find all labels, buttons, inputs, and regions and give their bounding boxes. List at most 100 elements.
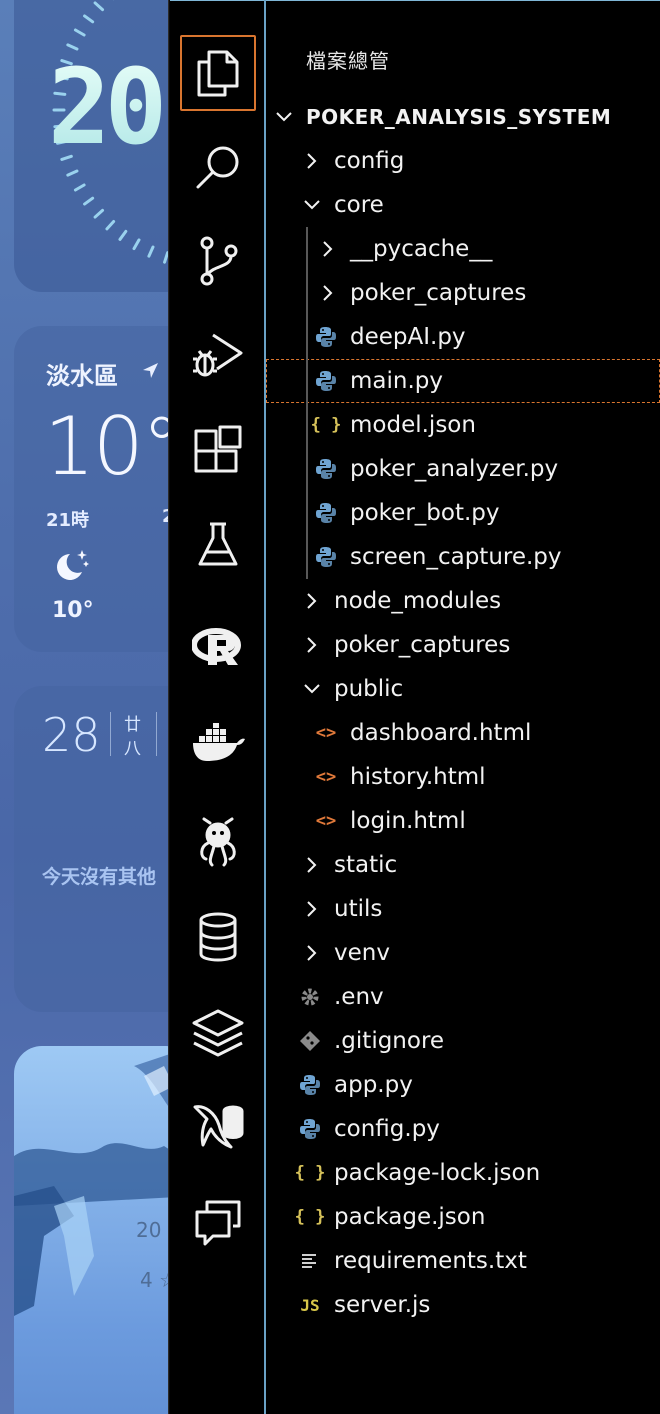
tree-folder[interactable]: __pycache__	[266, 227, 660, 271]
mysql-icon[interactable]	[180, 1087, 256, 1163]
chevron-down-icon	[302, 195, 322, 215]
photo-widget[interactable]: 20 4 ☆	[14, 1046, 168, 1414]
clock-widget[interactable]: 20	[14, 0, 168, 292]
clock-tick	[132, 238, 141, 251]
tree-item-label: app.py	[334, 1072, 413, 1098]
weather-city: 淡水區	[46, 362, 118, 390]
tree-folder[interactable]: utils	[266, 887, 660, 931]
chevron-right-icon	[302, 635, 322, 655]
explorer-icon[interactable]	[180, 35, 256, 111]
weather-temperature: 10°	[44, 400, 168, 493]
file-tree: POKER_ANALYSIS_SYSTEM config core __pycach…	[266, 95, 660, 1327]
tree-folder[interactable]: venv	[266, 931, 660, 975]
source-control-icon[interactable]	[180, 223, 256, 299]
tree-file[interactable]: <> dashboard.html	[266, 711, 660, 755]
clock-tick	[66, 169, 79, 177]
calendar-note: 今天沒有其他	[42, 866, 157, 888]
tree-file[interactable]: main.py	[266, 359, 660, 403]
tree-item-label: config.py	[334, 1116, 440, 1142]
tree-file[interactable]: { } package.json	[266, 1195, 660, 1239]
tree-folder[interactable]: poker_captures	[266, 271, 660, 315]
text-file-icon	[298, 1249, 322, 1273]
tree-item-label: main.py	[350, 368, 443, 394]
tree-item-label: venv	[334, 940, 390, 966]
tree-file[interactable]: deepAI.py	[266, 315, 660, 359]
explorer-panel: 檔案總管 POKER_ANALYSIS_SYSTEM config core __p…	[266, 0, 660, 1414]
tree-file[interactable]: poker_bot.py	[266, 491, 660, 535]
tree-file[interactable]: <> history.html	[266, 755, 660, 799]
python-file-icon	[314, 501, 338, 525]
chevron-right-icon	[302, 899, 322, 919]
explorer-title: 檔案總管	[306, 49, 390, 73]
tree-root-folder[interactable]: POKER_ANALYSIS_SYSTEM	[266, 95, 660, 139]
docker-icon[interactable]	[180, 705, 256, 781]
extensions-icon[interactable]	[180, 413, 256, 489]
database-icon[interactable]	[180, 899, 256, 975]
python-file-icon	[314, 545, 338, 569]
tree-folder[interactable]: config	[266, 139, 660, 183]
layers-icon[interactable]	[180, 995, 256, 1071]
r-language-icon[interactable]	[180, 609, 256, 685]
tree-file[interactable]: { } model.json	[266, 403, 660, 447]
json-file-icon: { }	[294, 1163, 326, 1183]
desktop-background: 20 淡水區 10° 21時 2 10° 28 廿 八 今天沒有其他 2	[0, 0, 168, 1414]
tree-file[interactable]: requirements.txt	[266, 1239, 660, 1283]
tree-file[interactable]: .gitignore	[266, 1019, 660, 1063]
python-file-icon	[314, 457, 338, 481]
tree-item-label: screen_capture.py	[350, 544, 562, 570]
python-file-icon	[298, 1117, 322, 1141]
tree-file[interactable]: { } package-lock.json	[266, 1151, 660, 1195]
tree-folder[interactable]: poker_captures	[266, 623, 660, 667]
calendar-widget[interactable]: 28 廿 八 今天沒有其他	[14, 686, 168, 1012]
tree-file[interactable]: <> login.html	[266, 799, 660, 843]
tree-item-label: package-lock.json	[334, 1160, 541, 1186]
tree-file[interactable]: screen_capture.py	[266, 535, 660, 579]
python-file-icon	[298, 1073, 322, 1097]
tree-item-label: poker_captures	[334, 632, 511, 658]
git-file-icon	[298, 1029, 322, 1053]
chevron-right-icon	[302, 943, 322, 963]
run-debug-icon[interactable]	[180, 317, 256, 393]
tree-item-label: package.json	[334, 1204, 486, 1230]
weather-widget[interactable]: 淡水區 10° 21時 2 10°	[14, 326, 168, 652]
calendar-day: 28	[42, 708, 101, 762]
clock-tick	[83, 196, 95, 206]
tree-item-label: login.html	[350, 808, 466, 834]
json-file-icon: { }	[310, 415, 342, 435]
tree-folder[interactable]: core	[266, 183, 660, 227]
tree-item-label: public	[334, 676, 404, 702]
tree-file[interactable]: JS server.js	[266, 1283, 660, 1327]
tree-file[interactable]: config.py	[266, 1107, 660, 1151]
activity-bar	[170, 0, 266, 1414]
chat-icon[interactable]	[180, 1185, 256, 1261]
moon-stars-icon	[57, 550, 89, 580]
python-file-icon	[314, 325, 338, 349]
html-file-icon: <>	[315, 767, 337, 787]
tree-item-label: poker_captures	[350, 280, 527, 306]
tree-folder[interactable]: static	[266, 843, 660, 887]
tree-file[interactable]: .env	[266, 975, 660, 1019]
tree-item-label: poker_bot.py	[350, 500, 500, 526]
clock-time: 20	[48, 46, 167, 168]
tree-root-label: POKER_ANALYSIS_SYSTEM	[306, 105, 612, 129]
tree-item-label: poker_analyzer.py	[350, 456, 559, 482]
tree-item-label: static	[334, 852, 398, 878]
tree-item-label: node_modules	[334, 588, 502, 614]
tree-item-label: .env	[334, 984, 384, 1010]
html-file-icon: <>	[315, 811, 337, 831]
tree-folder[interactable]: public	[266, 667, 660, 711]
search-icon[interactable]	[180, 129, 256, 205]
tree-file[interactable]: app.py	[266, 1063, 660, 1107]
chevron-right-icon	[302, 591, 322, 611]
tree-item-label: server.js	[334, 1292, 431, 1318]
chevron-right-icon	[318, 283, 338, 303]
javascript-file-icon: JS	[300, 1295, 320, 1315]
tree-item-label: utils	[334, 896, 383, 922]
testing-flask-icon[interactable]	[180, 507, 256, 583]
chevron-right-icon	[302, 855, 322, 875]
tree-file[interactable]: poker_analyzer.py	[266, 447, 660, 491]
calendar-divider	[156, 712, 157, 756]
tree-folder[interactable]: node_modules	[266, 579, 660, 623]
tree-item-label: .gitignore	[334, 1028, 445, 1054]
octopus-icon[interactable]	[180, 805, 256, 881]
